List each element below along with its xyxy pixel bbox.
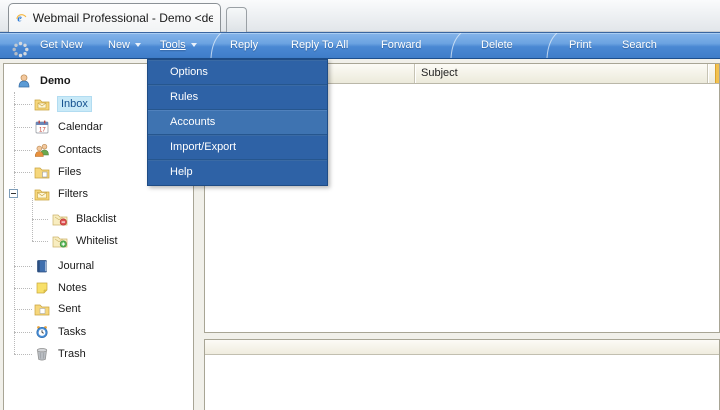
sidebar-item-tasks[interactable]: Tasks — [4, 321, 193, 343]
subject-column-header[interactable]: Subject — [421, 67, 458, 79]
sidebar-item-label: Tasks — [58, 326, 86, 338]
get-new-button[interactable]: Get New — [40, 33, 83, 58]
new-button[interactable]: New — [108, 33, 141, 58]
tab-title: Webmail Professional - Demo <demo@webvau… — [33, 11, 213, 25]
whitelist-folder-icon — [52, 233, 68, 249]
toolbar-separator — [208, 33, 222, 58]
internet-explorer-icon: e — [16, 10, 27, 26]
browser-tab-bar: e Webmail Professional - Demo <demo@webv… — [0, 0, 720, 32]
chevron-down-icon — [135, 43, 141, 47]
new-tab-button[interactable] — [226, 7, 247, 32]
busy-spinner-icon — [12, 37, 29, 62]
inbox-folder-icon — [34, 96, 50, 112]
tools-button[interactable]: Tools — [160, 33, 197, 58]
sent-folder-icon — [34, 301, 50, 317]
sidebar-item-label: Sent — [58, 303, 81, 315]
sidebar-item-label: Whitelist — [76, 235, 118, 247]
journal-book-icon — [34, 258, 50, 274]
sidebar-item-label: Notes — [58, 282, 87, 294]
sidebar-item-whitelist[interactable]: Whitelist — [4, 230, 193, 252]
menu-item-options[interactable]: Options — [148, 60, 327, 85]
person-icon — [16, 73, 32, 89]
sidebar-item-journal[interactable]: Journal — [4, 255, 193, 277]
sidebar-item-label: Filters — [58, 188, 88, 200]
preview-panel — [204, 339, 720, 410]
delete-button[interactable]: Delete — [481, 33, 513, 58]
reply-button[interactable]: Reply — [230, 33, 258, 58]
menu-item-accounts[interactable]: Accounts — [148, 110, 327, 135]
sidebar-item-label: Contacts — [58, 144, 101, 156]
calendar-icon: 17 — [34, 119, 50, 135]
sidebar-item-notes[interactable]: Notes — [4, 277, 193, 299]
menu-item-import-export[interactable]: Import/Export — [148, 135, 327, 160]
chevron-down-icon — [191, 43, 197, 47]
sidebar-item-label: Blacklist — [76, 213, 116, 225]
sidebar-item-blacklist[interactable]: Blacklist — [4, 208, 193, 230]
sidebar-item-trash[interactable]: Trash — [4, 343, 193, 365]
sidebar-item-filters[interactable]: Filters — [4, 183, 193, 205]
reply-to-all-button[interactable]: Reply To All — [291, 33, 348, 58]
sidebar-item-label: Journal — [58, 260, 94, 272]
header-marker — [715, 64, 719, 83]
svg-text:17: 17 — [39, 128, 46, 134]
preview-body — [205, 355, 719, 409]
forward-button[interactable]: Forward — [381, 33, 421, 58]
notes-icon — [34, 280, 50, 296]
account-label: Demo — [40, 75, 71, 87]
tasks-clock-icon — [34, 324, 50, 340]
browser-tab[interactable]: e Webmail Professional - Demo <demo@webv… — [8, 3, 221, 32]
application-window: e Webmail Professional - Demo <demo@webv… — [0, 0, 720, 410]
filters-folder-icon — [34, 186, 50, 202]
sidebar-item-label: Trash — [58, 348, 86, 360]
files-folder-icon — [34, 164, 50, 180]
menu-item-help[interactable]: Help — [148, 160, 327, 185]
tools-dropdown-menu: Options Rules Accounts Import/Export Hel… — [147, 59, 328, 186]
blacklist-folder-icon — [52, 211, 68, 227]
print-button[interactable]: Print — [569, 33, 592, 58]
search-button[interactable]: Search — [622, 33, 657, 58]
column-divider[interactable] — [414, 64, 415, 83]
trash-icon — [34, 346, 50, 362]
sidebar-item-sent[interactable]: Sent — [4, 298, 193, 320]
column-divider[interactable] — [707, 64, 708, 83]
toolbar-separator — [448, 33, 462, 58]
toolbar-separator — [544, 33, 558, 58]
main-toolbar: Get New New Tools Reply Reply To All For… — [0, 32, 720, 59]
sidebar-item-label: Files — [58, 166, 81, 178]
sidebar-item-label: Inbox — [58, 97, 91, 111]
sidebar-item-label: Calendar — [58, 121, 103, 133]
preview-header — [205, 340, 719, 355]
contacts-icon — [34, 142, 50, 158]
menu-item-rules[interactable]: Rules — [148, 85, 327, 110]
